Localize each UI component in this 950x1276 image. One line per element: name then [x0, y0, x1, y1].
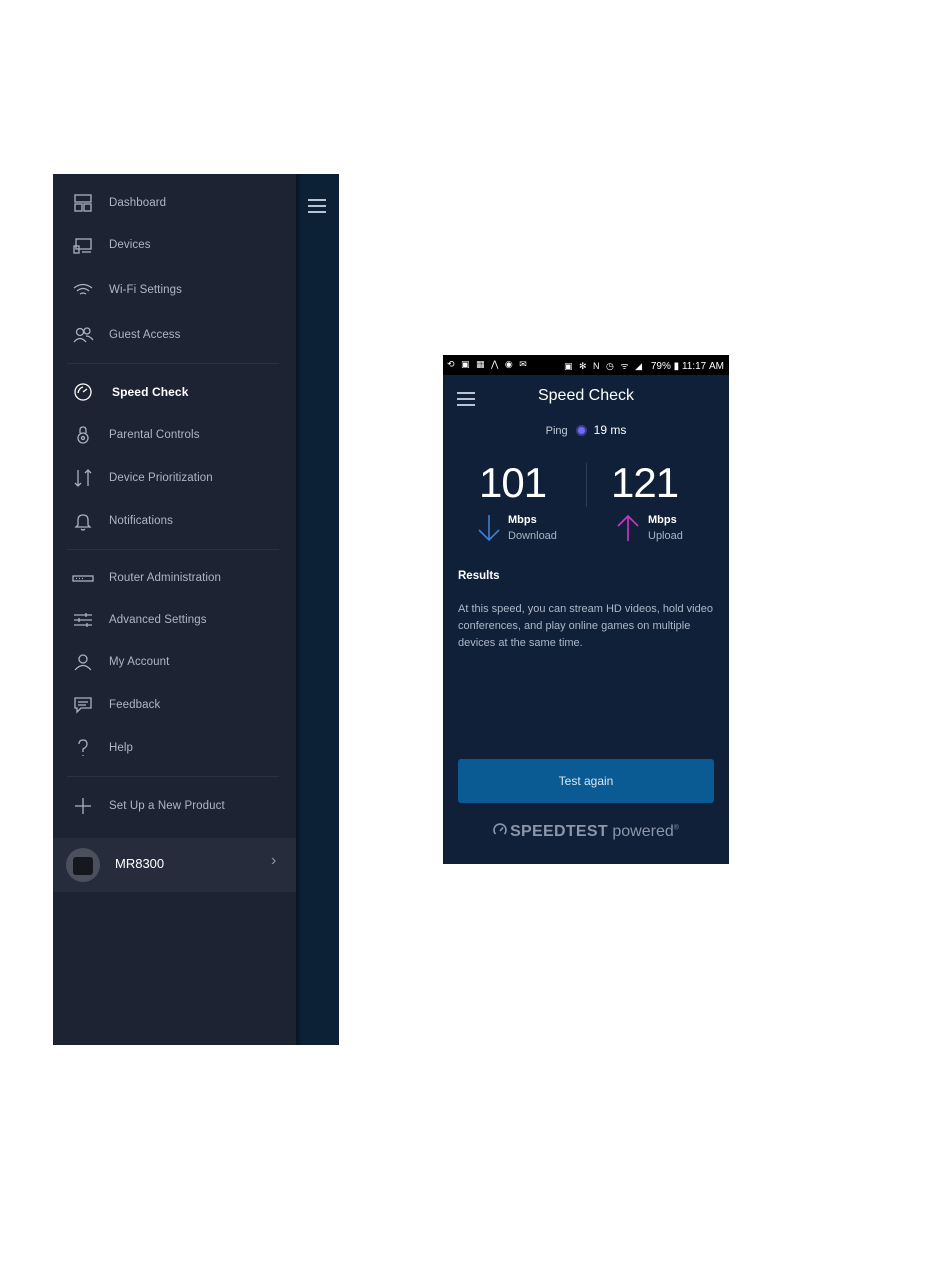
question-icon [71, 736, 95, 760]
nav-item-label: Help [109, 742, 134, 754]
speed-divider [586, 463, 587, 507]
battery-icon: ▮ [673, 361, 680, 372]
dashboard-icon [71, 191, 95, 215]
bell-icon [71, 509, 95, 533]
chat-icon [71, 693, 95, 717]
nav-item-label: Advanced Settings [109, 614, 207, 626]
nav-item-label: Devices [109, 239, 151, 251]
chevron-right-icon: › [271, 852, 277, 869]
status-right-icons: ▣ ✻ N ◷ ᯤ ◢ [564, 361, 645, 371]
results-description: At this speed, you can stream HD videos,… [458, 603, 713, 649]
nav-item-label: Device Prioritization [109, 472, 213, 484]
nav-item-set-up-new-product[interactable]: Set Up a New Product [53, 790, 296, 822]
nav-item-wifi-settings[interactable]: Wi-Fi Settings [53, 274, 296, 306]
nav-item-my-account[interactable]: My Account [53, 646, 296, 678]
clock: 11:17 AM [681, 361, 724, 372]
test-again-button[interactable]: Test again [458, 759, 714, 803]
upload-unit: Mbps [648, 514, 677, 526]
download-unit: Mbps [508, 514, 537, 526]
nav-item-label: Wi-Fi Settings [109, 284, 182, 296]
lock-icon [71, 423, 95, 447]
wifi-icon [71, 278, 95, 302]
nav-item-label: Notifications [109, 515, 173, 527]
nav-item-device-prioritization[interactable]: Device Prioritization [53, 462, 296, 494]
ping-indicator: Ping 19 ms [443, 423, 729, 438]
download-label: Download [508, 530, 557, 542]
device-name: MR8300 [115, 856, 165, 871]
nav-item-guest-access[interactable]: Guest Access [53, 319, 296, 351]
drawer-divider [67, 363, 279, 364]
navigation-drawer: Dashboard Devices Wi-Fi Settings Guest A… [53, 174, 339, 1045]
nav-item-label: Speed Check [112, 385, 189, 399]
ping-dot-icon [575, 424, 587, 436]
menu-icon[interactable] [308, 199, 326, 213]
page-title: Speed Check [537, 387, 635, 404]
drawer-divider [67, 776, 279, 777]
prioritization-arrows-icon [71, 466, 95, 490]
registered-mark: ® [673, 824, 679, 832]
speed-check-screen: ⟲ ▣ ▦ ⋀ ◉ ✉ ▣ ✻ N ◷ ᯤ ◢ 79% ▮ 11:17 AM S… [443, 355, 729, 864]
download-speed-value: 101 [479, 459, 547, 506]
nav-item-feedback[interactable]: Feedback [53, 689, 296, 721]
nav-item-router-administration[interactable]: Router Administration [53, 562, 296, 594]
speedtest-brand: SPEEDTEST powered® [443, 823, 729, 841]
nav-item-devices[interactable]: Devices [53, 229, 296, 261]
devices-icon [71, 233, 95, 257]
download-arrow-icon [478, 515, 500, 542]
plus-icon [71, 794, 95, 818]
upload-arrow-icon [617, 514, 639, 541]
drawer-divider [67, 549, 279, 550]
nav-item-label: Feedback [109, 699, 161, 711]
speedtest-wordmark: SPEEDTEST [510, 823, 608, 840]
status-bar: ⟲ ▣ ▦ ⋀ ◉ ✉ ▣ ✻ N ◷ ᯤ ◢ 79% ▮ 11:17 AM [443, 355, 729, 375]
nav-item-label: Router Administration [109, 572, 222, 584]
ping-label: Ping [545, 425, 568, 437]
speedometer-icon [71, 380, 95, 404]
nav-item-dashboard[interactable]: Dashboard [53, 187, 296, 219]
results-heading: Results [458, 570, 500, 582]
nav-item-label: Guest Access [109, 329, 181, 341]
nav-item-label: Parental Controls [109, 429, 200, 441]
nav-item-parental-controls[interactable]: Parental Controls [53, 419, 296, 451]
powered-text: powered [612, 823, 674, 840]
ping-value: 19 ms [593, 423, 627, 437]
nav-item-help[interactable]: Help [53, 732, 296, 764]
app-content-strip [296, 174, 339, 1045]
nav-item-notifications[interactable]: Notifications [53, 505, 296, 537]
upload-speed-value: 121 [611, 459, 679, 506]
user-icon [71, 650, 95, 674]
speedtest-gauge-icon [493, 823, 507, 835]
upload-label: Upload [648, 530, 683, 542]
sliders-icon [71, 608, 95, 632]
router-avatar [66, 848, 100, 882]
battery-level: 79% [650, 361, 671, 372]
nav-item-label: Set Up a New Product [109, 800, 225, 812]
nav-item-label: Dashboard [109, 197, 167, 209]
nav-item-advanced-settings[interactable]: Advanced Settings [53, 604, 296, 636]
status-left-icons: ⟲ ▣ ▦ ⋀ ◉ ✉ [447, 359, 529, 369]
nav-item-label: My Account [109, 656, 170, 668]
device-row[interactable]: MR8300 › [53, 838, 296, 892]
router-icon [71, 566, 95, 590]
guest-access-icon [71, 323, 95, 347]
status-right: ▣ ✻ N ◷ ᯤ ◢ 79% ▮ 11:17 AM [564, 359, 724, 372]
nav-item-speed-check[interactable]: Speed Check [53, 376, 296, 408]
